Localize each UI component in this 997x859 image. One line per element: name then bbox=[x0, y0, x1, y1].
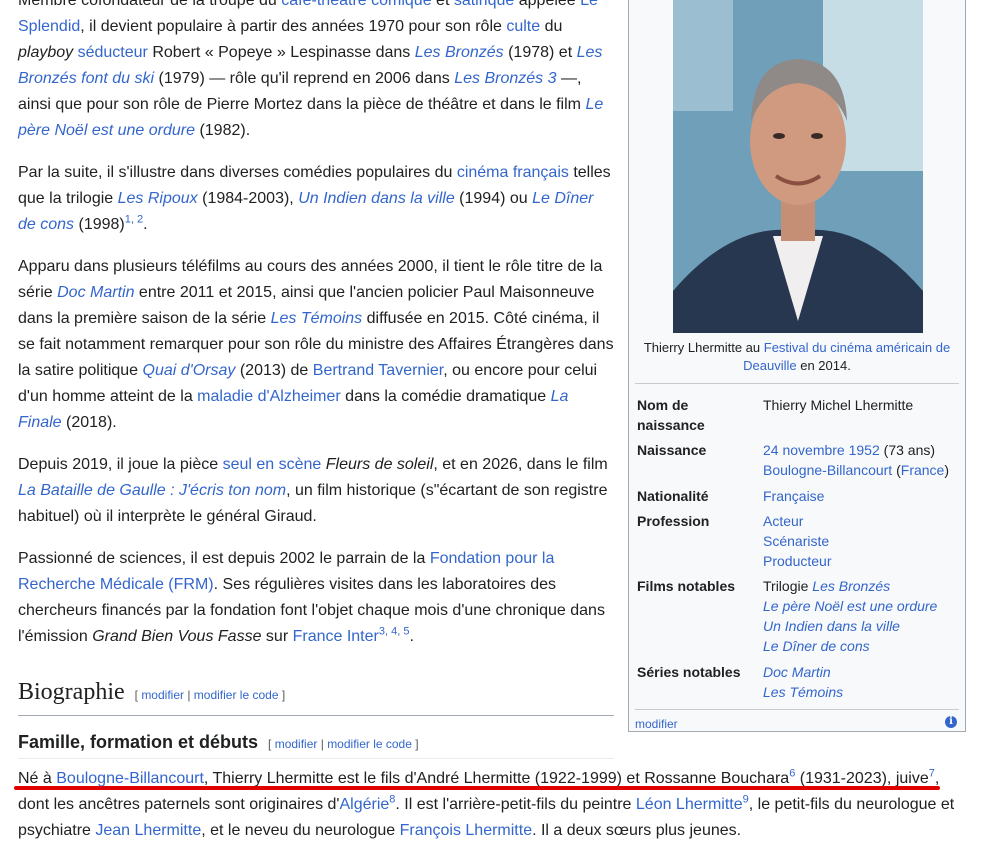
reference-link[interactable]: 3, 4, 5 bbox=[379, 626, 410, 638]
section-heading-famille: Famille, formation et débuts[ modifier |… bbox=[18, 728, 614, 759]
link-scenariste[interactable]: Scénariste bbox=[763, 533, 829, 549]
link-birth-place[interactable]: Boulogne-Billancourt bbox=[763, 462, 892, 478]
paragraph-theatre: Depuis 2019, il joue la pièce seul en sc… bbox=[18, 456, 608, 525]
paragraph-intro: Membre cofondateur de la troupe du café-… bbox=[18, 0, 614, 144]
link-jean-lhermitte[interactable]: Jean Lhermitte bbox=[95, 822, 201, 839]
link-les-temoins[interactable]: Les Témoins bbox=[763, 684, 843, 700]
infobox: Thierry Lhermitte au Festival du cinéma … bbox=[628, 0, 966, 732]
link-cinema-francais[interactable]: cinéma français bbox=[457, 164, 569, 181]
infobox-label: Films notables bbox=[637, 578, 736, 594]
edit-code-link[interactable]: modifier le code bbox=[327, 737, 412, 751]
edit-section-links: [ modifier | modifier le code ] bbox=[268, 737, 419, 751]
link-francois-lhermitte[interactable]: François Lhermitte bbox=[400, 822, 533, 839]
infobox-separator bbox=[635, 383, 959, 384]
link-boulogne-billancourt[interactable]: Boulogne-Billancourt bbox=[56, 770, 204, 787]
infobox-value: Thierry Michel Lhermitte bbox=[763, 397, 914, 413]
infobox-value: Française bbox=[763, 486, 963, 506]
infobox-value: Acteur Scénariste Producteur bbox=[763, 511, 963, 571]
link-un-indien[interactable]: Un Indien dans la ville bbox=[763, 618, 900, 634]
edit-section-links: [ modifier | modifier le code ] bbox=[134, 688, 286, 702]
infobox-footer: modifier i bbox=[635, 709, 959, 734]
infobox-label: Séries notables bbox=[637, 664, 741, 680]
link-un-indien[interactable]: Un Indien dans la ville bbox=[298, 190, 455, 207]
link-france-inter[interactable]: France Inter bbox=[293, 628, 379, 645]
infobox-label: Nom de naissance bbox=[637, 397, 705, 433]
info-icon[interactable]: i bbox=[945, 716, 957, 728]
link-leon-lhermitte[interactable]: Léon Lhermitte bbox=[636, 796, 743, 813]
infobox-edit-link[interactable]: modifier bbox=[635, 717, 678, 731]
edit-link[interactable]: modifier bbox=[275, 737, 318, 751]
edit-code-link[interactable]: modifier le code bbox=[194, 688, 279, 702]
link-seul-en-scene[interactable]: seul en scène bbox=[223, 456, 322, 473]
paragraph-sciences: Passionné de sciences, il est depuis 200… bbox=[18, 550, 605, 645]
link-bataille-de-gaulle[interactable]: La Bataille de Gaulle : J'écris ton nom bbox=[18, 482, 286, 499]
infobox-value: 24 novembre 1952 (73 ans) Boulogne-Billa… bbox=[763, 442, 950, 478]
link-les-bronzes[interactable]: Les Bronzés bbox=[812, 578, 890, 594]
paragraph-comedies: Par la suite, il s'illustre dans diverse… bbox=[18, 164, 611, 233]
link-algerie[interactable]: Algérie bbox=[339, 796, 389, 813]
link-les-bronzes[interactable]: Les Bronzés bbox=[415, 44, 504, 61]
link-les-bronzes-3[interactable]: Les Bronzés 3 bbox=[454, 70, 556, 87]
link-cafe-theatre[interactable]: café-théâtre comique bbox=[281, 0, 431, 9]
infobox-value: Trilogie Les Bronzés Le père Noël est un… bbox=[763, 578, 938, 654]
photo-caption: Thierry Lhermitte au Festival du cinéma … bbox=[643, 340, 951, 373]
portrait-illustration bbox=[673, 0, 923, 333]
edit-link[interactable]: modifier bbox=[141, 688, 184, 702]
link-les-ripoux[interactable]: Les Ripoux bbox=[118, 190, 198, 207]
section-heading-biographie: Biographie[ modifier | modifier le code … bbox=[18, 676, 614, 716]
portrait-photo[interactable] bbox=[673, 0, 923, 333]
infobox-label: Profession bbox=[637, 513, 710, 529]
link-satirique[interactable]: satirique bbox=[454, 0, 514, 9]
infobox-label: Nationalité bbox=[637, 488, 709, 504]
article-body: Membre cofondateur de la troupe du café-… bbox=[18, 0, 614, 666]
link-france[interactable]: France bbox=[901, 462, 945, 478]
paragraph-famille: Né à Boulogne-Billancourt, Thierry Lherm… bbox=[18, 767, 955, 839]
link-pere-noel[interactable]: Le père Noël est une ordure bbox=[763, 598, 937, 614]
link-francaise[interactable]: Française bbox=[763, 488, 824, 504]
link-quai-dorsay[interactable]: Quai d'Orsay bbox=[143, 362, 236, 379]
reference-link[interactable]: 1, 2 bbox=[125, 214, 143, 226]
infobox-label: Naissance bbox=[637, 442, 707, 458]
link-acteur[interactable]: Acteur bbox=[763, 513, 803, 529]
paragraph-telefilms: Apparu dans plusieurs téléfilms au cours… bbox=[18, 258, 614, 431]
link-culte[interactable]: culte bbox=[506, 18, 540, 35]
link-diner-de-cons[interactable]: Le Dîner de cons bbox=[763, 638, 870, 654]
link-producteur[interactable]: Producteur bbox=[763, 553, 831, 569]
link-birth-date[interactable]: 24 novembre 1952 bbox=[763, 442, 880, 458]
link-bertrand-tavernier[interactable]: Bertrand Tavernier bbox=[313, 362, 443, 379]
link-doc-martin[interactable]: Doc Martin bbox=[57, 284, 134, 301]
red-underline-annotation bbox=[14, 786, 940, 790]
link-seducteur[interactable]: séducteur bbox=[78, 44, 148, 61]
link-doc-martin[interactable]: Doc Martin bbox=[763, 664, 831, 680]
link-alzheimer[interactable]: maladie d'Alzheimer bbox=[197, 388, 341, 405]
infobox-value: Doc Martin Les Témoins bbox=[763, 662, 963, 702]
link-les-temoins[interactable]: Les Témoins bbox=[271, 310, 363, 327]
